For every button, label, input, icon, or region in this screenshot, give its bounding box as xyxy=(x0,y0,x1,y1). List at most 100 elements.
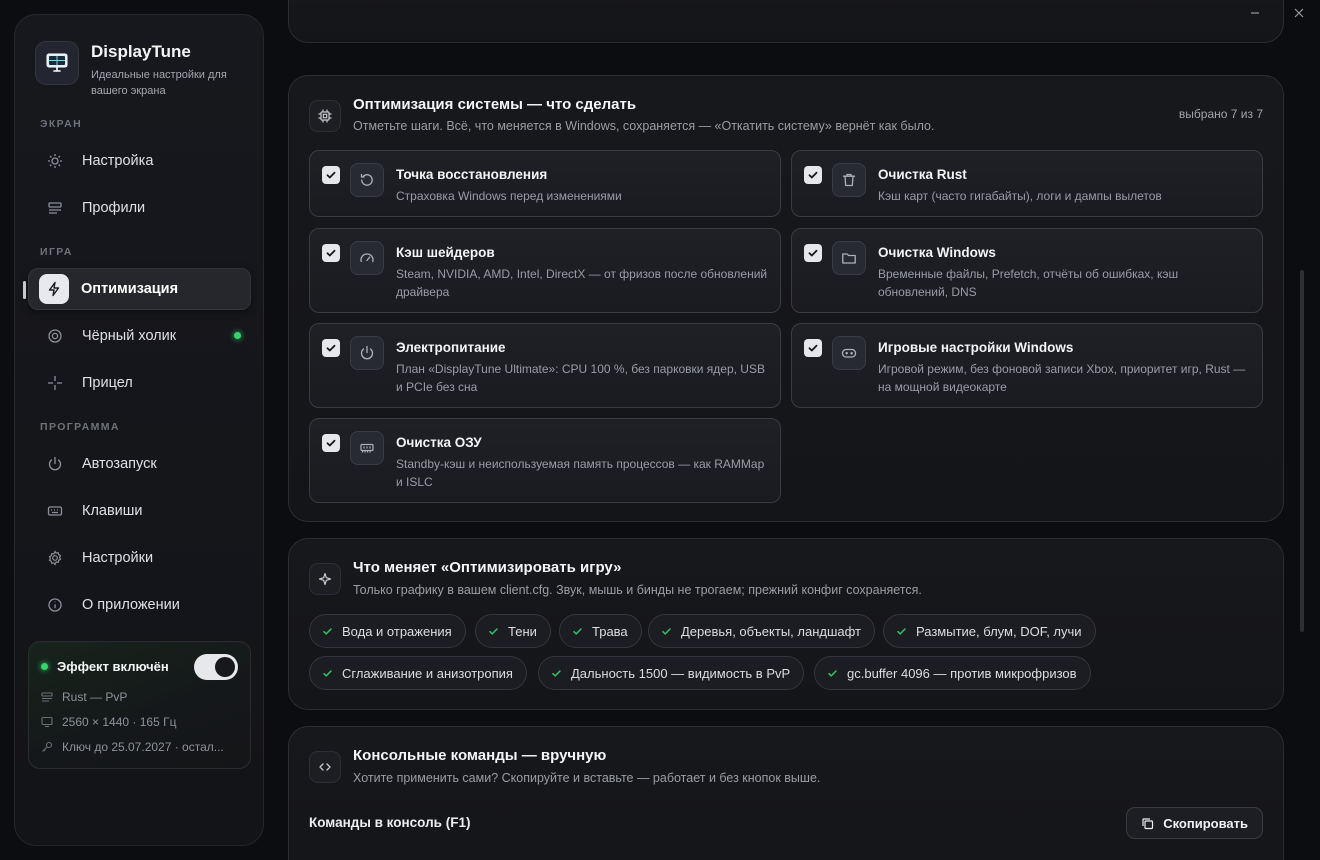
chip-label: Тени xyxy=(508,623,537,639)
sidebar-item-hotkeys[interactable]: Клавиши xyxy=(28,490,251,532)
chip-label: Вода и отражения xyxy=(342,623,452,639)
chip-label: Деревья, объекты, ландшафт xyxy=(681,623,861,639)
sidebar-item-label: Прицел xyxy=(82,375,133,391)
sidebar-item-label: Настройка xyxy=(82,153,154,169)
app-subtitle: Идеальные настройки для вашего экрана xyxy=(91,69,227,97)
copy-button-label: Скопировать xyxy=(1163,815,1248,831)
chip-label: Сглаживание и анизотропия xyxy=(342,665,513,681)
opt-desc: Standby-кэш и неиспользуемая память проц… xyxy=(396,457,765,489)
copy-button[interactable]: Скопировать xyxy=(1126,807,1263,839)
checkbox[interactable] xyxy=(804,339,822,357)
info-icon xyxy=(43,597,67,613)
check-icon xyxy=(551,668,562,679)
change-chip: Тени xyxy=(475,614,551,648)
folder-icon xyxy=(832,241,866,275)
sidebar: DisplayTune Идеальные настройки для ваше… xyxy=(14,14,264,846)
opt-title: Электропитание xyxy=(396,340,506,355)
sidebar-item-label: Оптимизация xyxy=(81,281,179,297)
selected-count: выбрано 7 из 7 xyxy=(1178,107,1263,121)
sidebar-item-optimization[interactable]: Оптимизация xyxy=(23,268,251,310)
chip-icon xyxy=(309,100,341,132)
sidebar-item-label: Профили xyxy=(82,200,146,216)
scrollbar[interactable] xyxy=(1300,270,1304,632)
sidebar-item-crosshair[interactable]: Прицел xyxy=(28,362,251,404)
profiles-icon xyxy=(43,200,67,216)
change-chip: Размытие, блум, DOF, лучи xyxy=(883,614,1096,648)
opt-desc: План «DisplayTune Ultimate»: CPU 100 %, … xyxy=(396,362,765,394)
check-icon xyxy=(896,626,907,637)
sidebar-item-label: Настройки xyxy=(82,550,154,566)
status-dot xyxy=(41,663,48,670)
copy-icon xyxy=(1141,817,1154,830)
profiles-icon xyxy=(41,691,53,703)
effect-title: Эффект включён xyxy=(57,659,169,674)
opt-card-clean-ram[interactable]: Очистка ОЗУ Standby-кэш и неиспользуемая… xyxy=(309,418,781,503)
change-chip: Дальность 1500 — видимость в PvP xyxy=(538,656,805,690)
opt-card-restore-point[interactable]: Точка восстановления Страховка Windows п… xyxy=(309,150,781,217)
trash-icon xyxy=(832,163,866,197)
change-chip: Деревья, объекты, ландшафт xyxy=(648,614,875,648)
panel-subtitle: Отметьте шаги. Всё, что меняется в Windo… xyxy=(353,119,935,133)
panel-title: Что меняет «Оптимизировать игру» xyxy=(353,559,622,576)
change-chip: Трава xyxy=(559,614,642,648)
close-icon[interactable] xyxy=(1292,6,1306,20)
opt-card-power-plan[interactable]: Электропитание План «DisplayTune Ultimat… xyxy=(309,323,781,408)
chip-label: Размытие, блум, DOF, лучи xyxy=(916,623,1082,639)
sidebar-item-autostart[interactable]: Автозапуск xyxy=(28,443,251,485)
status-dot xyxy=(234,332,241,339)
opt-title: Очистка Rust xyxy=(878,167,967,182)
checkbox[interactable] xyxy=(804,244,822,262)
gear-icon xyxy=(43,550,67,566)
opt-card-shader-cache[interactable]: Кэш шейдеров Steam, NVIDIA, AMD, Intel, … xyxy=(309,228,781,313)
checkbox[interactable] xyxy=(322,244,340,262)
lightning-icon xyxy=(39,274,69,304)
opt-card-clean-windows[interactable]: Очистка Windows Временные файлы, Prefetc… xyxy=(791,228,1263,313)
monitor-icon xyxy=(35,41,79,85)
check-icon xyxy=(661,626,672,637)
checkbox[interactable] xyxy=(322,434,340,452)
restore-icon xyxy=(350,163,384,197)
memory-icon xyxy=(350,431,384,465)
opt-desc: Кэш карт (часто гигабайты), логи и дампы… xyxy=(878,189,1162,203)
app-title: DisplayTune xyxy=(91,42,191,61)
sidebar-item-label: О приложении xyxy=(82,597,180,613)
sidebar-item-settings[interactable]: Настройки xyxy=(28,537,251,579)
gamepad-icon xyxy=(832,336,866,370)
check-icon xyxy=(322,626,333,637)
checkbox[interactable] xyxy=(322,339,340,357)
panel-title: Оптимизация системы — что сделать xyxy=(353,96,637,113)
opt-title: Игровые настройки Windows xyxy=(878,340,1074,355)
toggle-knob xyxy=(215,657,235,677)
effect-toggle[interactable] xyxy=(194,654,238,680)
opt-card-clean-rust[interactable]: Очистка Rust Кэш карт (часто гигабайты),… xyxy=(791,150,1263,217)
chip-label: Трава xyxy=(592,623,628,639)
code-icon xyxy=(309,751,341,783)
brand: DisplayTune Идеальные настройки для ваше… xyxy=(35,41,231,99)
panel-title: Консольные команды — вручную xyxy=(353,747,607,764)
opt-desc: Игровой режим, без фоновой записи Xbox, … xyxy=(878,362,1246,394)
gauge-icon xyxy=(350,241,384,275)
effect-profile: Rust — PvP xyxy=(62,690,128,704)
sidebar-item-black-holik[interactable]: Чёрный холик xyxy=(28,315,251,357)
opt-desc: Steam, NVIDIA, AMD, Intel, DirectX — от … xyxy=(396,267,768,299)
sun-icon xyxy=(43,153,67,169)
effect-header: Эффект включён xyxy=(41,659,169,674)
panel-subtitle: Хотите применить сами? Скопируйте и вста… xyxy=(353,771,821,785)
opt-card-windows-game-settings[interactable]: Игровые настройки Windows Игровой режим,… xyxy=(791,323,1263,408)
sidebar-item-setup[interactable]: Настройка xyxy=(28,140,251,182)
opt-desc: Страховка Windows перед изменениями xyxy=(396,189,622,203)
section-label-game: ИГРА xyxy=(40,246,73,258)
change-chip: Вода и отражения xyxy=(309,614,466,648)
effect-profile-row: Rust — PvP xyxy=(41,690,127,704)
console-commands-label: Команды в консоль (F1) xyxy=(309,815,471,830)
game-optimize-panel: Что меняет «Оптимизировать игру» Только … xyxy=(288,538,1284,710)
effect-resolution-row: 2560 × 1440 · 165 Гц xyxy=(41,715,176,729)
sidebar-item-profiles[interactable]: Профили xyxy=(28,187,251,229)
opt-title: Очистка ОЗУ xyxy=(396,435,482,450)
crosshair-icon xyxy=(43,375,67,391)
checkbox[interactable] xyxy=(804,166,822,184)
sidebar-item-about[interactable]: О приложении xyxy=(28,584,251,626)
power-icon xyxy=(43,456,67,472)
checkbox[interactable] xyxy=(322,166,340,184)
minimize-icon[interactable] xyxy=(1248,6,1262,20)
